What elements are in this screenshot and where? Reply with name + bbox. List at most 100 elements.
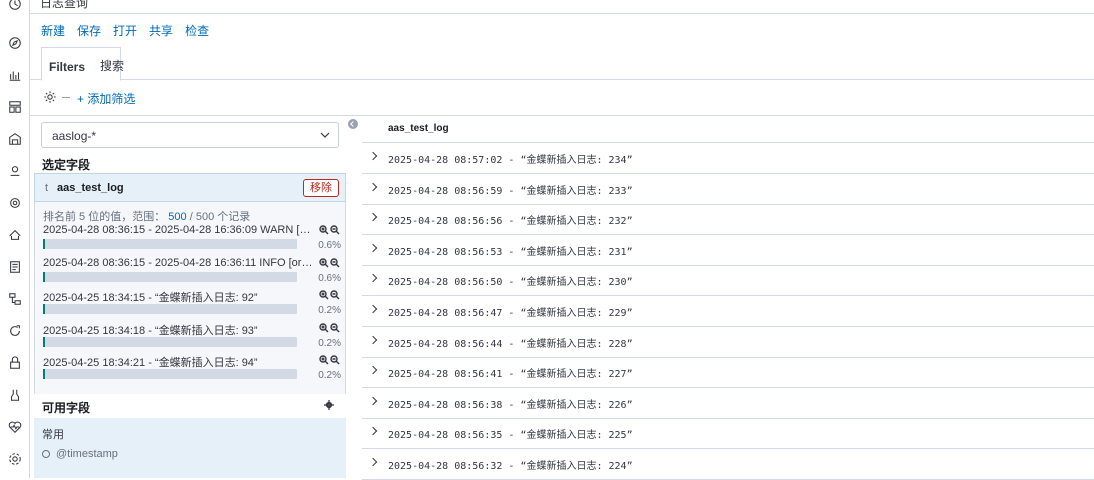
value-bar-fill [43,369,45,379]
top-value-bucket: 2025-04-28 08:36:15 - 2025-04-28 16:36:1… [43,257,341,289]
expand-row-icon[interactable] [368,427,378,436]
field-name: aas_test_log [57,182,124,194]
row-text: 2025-04-28 08:56:38 - “金蝶新插入日志: 226” [388,399,633,411]
top-values-summary: 排名前 5 位的值，范围： 500 / 500 个记录 [43,208,250,224]
expand-row-icon[interactable] [368,151,378,161]
zoom-out-icon[interactable] [330,290,340,300]
zoom-in-icon[interactable] [319,225,329,235]
table-row: 2025-04-28 08:56:44 - “金蝶新插入日志: 228” [362,327,1094,358]
field-details: 排名前 5 位的值，范围： 500 / 500 个记录 2025-04-28 0… [34,202,346,394]
summary-suffix: / 500 个记录 [189,211,251,223]
monitoring-icon[interactable] [7,419,23,435]
bucket-percent: 0.6% [318,240,341,251]
index-pattern-select[interactable]: aaslog-* [41,122,339,148]
save-button[interactable]: 保存 [77,22,101,39]
timestamp-field[interactable]: @timestamp [42,448,118,460]
selected-field-item[interactable]: t aas_test_log 移除 [34,173,346,202]
dashboard-icon[interactable] [7,99,23,115]
row-text: 2025-04-28 08:56:32 - “金蝶新插入日志: 224” [388,461,633,472]
expand-row-icon[interactable] [368,457,378,467]
expand-row-icon[interactable] [368,335,378,344]
query-tabs: Filters 搜索 [30,44,1094,81]
zoom-in-icon[interactable] [319,257,329,268]
tab-search[interactable]: 搜索 [100,57,124,74]
row-text: 2025-04-28 08:56:35 - “金蝶新插入日志: 225” [388,430,633,442]
new-button[interactable]: 新建 [41,22,65,39]
row-text: 2025-04-28 08:56:47 - “金蝶新插入日志: 229” [388,308,633,319]
summary-prefix: 排名前 5 位的值，范围： [43,211,166,223]
uptime-icon[interactable] [7,323,23,339]
collapse-sidebar-button[interactable] [348,119,358,129]
common-fields: 常用 @timestamp [34,418,346,478]
clock-icon[interactable] [7,0,23,12]
selected-fields-title: 选定字段 [42,158,91,172]
row-text: 2025-04-28 08:56:44 - “金蝶新插入日志: 228” [388,338,633,350]
open-button[interactable]: 打开 [113,22,137,39]
ml-icon[interactable] [7,195,23,211]
table-row: 2025-04-28 08:56:59 - “金蝶新插入日志: 233” [362,174,1094,205]
row-text: 2025-04-28 08:56:50 - “金蝶新插入日志: 230” [388,277,633,289]
expand-row-icon[interactable] [368,243,378,253]
expand-row-icon[interactable] [368,182,378,191]
zoom-out-icon[interactable] [330,225,340,235]
compass-icon[interactable] [7,35,23,51]
gear-icon[interactable] [43,90,57,104]
expand-row-icon[interactable] [368,365,378,375]
nav-rail [0,0,30,478]
expand-row-icon[interactable] [368,304,378,314]
zoom-out-icon[interactable] [330,322,340,333]
bucket-value: 2025-04-25 18:34:21 - “金蝶新插入日志: 94” [43,357,258,369]
value-bar [43,304,297,314]
maps-icon[interactable] [7,163,23,179]
header-bar: 日志查询 [30,0,1094,14]
filter-buttons [319,322,341,335]
row-text: 2025-04-28 08:56:56 - “金蝶新插入日志: 232” [388,216,633,228]
breadcrumb[interactable]: 日志查询 [40,0,88,11]
management-icon[interactable] [7,451,23,467]
value-bar-fill [43,271,45,282]
table-row: 2025-04-28 08:56:47 - “金蝶新插入日志: 229” [362,296,1094,327]
summary-count-link[interactable]: 500 [168,211,186,223]
devtools-icon[interactable] [7,387,23,403]
zoom-out-icon[interactable] [330,257,340,268]
bucket-value: 2025-04-28 08:36:15 - 2025-04-28 16:36:0… [43,224,315,236]
bucket-value: 2025-04-28 08:36:15 - 2025-04-28 16:36:1… [43,256,315,269]
field-type-icon: t [45,182,49,194]
logs-icon[interactable] [7,259,23,275]
canvas-icon[interactable] [7,131,23,147]
remove-field-button[interactable]: 移除 [303,179,339,197]
value-bar-fill [43,239,45,249]
filter-buttons [319,355,341,367]
available-fields-header: 可用字段 [34,394,346,418]
top-value-bucket: 2025-04-25 18:34:15 - “金蝶新插入日志: 92” 0.2% [43,289,341,321]
inspect-button[interactable]: 检查 [185,22,209,39]
zoom-in-icon[interactable] [319,355,329,365]
filter-bar: + 添加筛选 [30,80,1094,116]
expand-row-icon[interactable] [368,396,378,406]
row-text: 2025-04-28 08:56:59 - “金蝶新插入日志: 233” [388,185,633,197]
zoom-in-icon[interactable] [319,290,329,300]
clock-icon [42,450,50,458]
zoom-out-icon[interactable] [330,355,340,365]
apm-icon[interactable] [7,291,23,307]
expand-row-icon[interactable] [368,274,378,283]
expand-row-icon[interactable] [368,212,378,222]
field-sidebar: aaslog-* 选定字段 t aas_test_log 移除 排名前 5 位的… [30,116,346,478]
infra-icon[interactable] [7,227,23,243]
tab-filters-label: Filters [49,60,86,74]
column-header[interactable]: aas_test_log [388,123,449,134]
bucket-percent: 0.2% [318,305,341,316]
zoom-in-icon[interactable] [319,322,329,333]
top-value-bucket: 2025-04-25 18:34:21 - “金蝶新插入日志: 94” 0.2% [43,354,341,386]
value-bar-fill [43,336,45,347]
visualize-icon[interactable] [7,67,23,83]
bucket-percent: 0.6% [318,272,341,284]
row-text: 2025-04-28 08:56:41 - “金蝶新插入日志: 227” [388,369,633,381]
siem-icon[interactable] [7,355,23,371]
value-bar [43,336,297,347]
gear-icon[interactable] [324,400,334,410]
filter-buttons [319,290,341,302]
add-filter-button[interactable]: + 添加筛选 [77,90,135,107]
share-button[interactable]: 共享 [149,22,173,39]
bucket-percent: 0.2% [318,370,341,381]
